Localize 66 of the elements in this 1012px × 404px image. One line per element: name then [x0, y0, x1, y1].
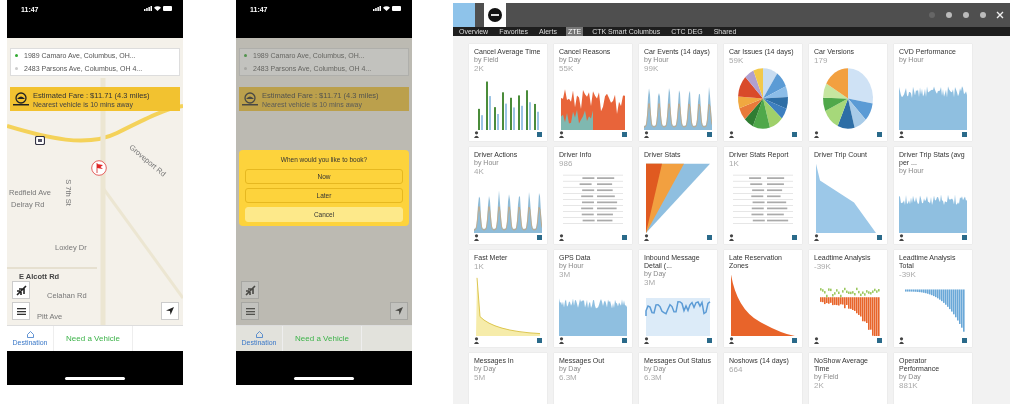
card-value: 3M	[644, 278, 657, 287]
menu-icon	[245, 307, 255, 315]
locate-button[interactable]	[161, 302, 179, 320]
origin-dot-icon	[244, 54, 247, 57]
grid-icon[interactable]	[979, 11, 987, 19]
person-icon	[644, 234, 649, 241]
settings-icon[interactable]	[945, 11, 953, 19]
card-value: 179	[814, 56, 829, 65]
origin-dot-icon	[15, 54, 18, 57]
person-icon	[899, 234, 904, 241]
card-value: 55K	[559, 64, 575, 73]
airplane-button[interactable]	[12, 281, 30, 299]
card-value: -39K	[899, 270, 917, 279]
person-icon	[729, 131, 734, 138]
person-icon	[899, 337, 904, 344]
card-value: 6.3M	[559, 373, 578, 382]
person-icon	[644, 337, 649, 344]
card-value: 1K	[729, 159, 740, 168]
menu-icon	[16, 307, 26, 315]
person-icon	[559, 131, 564, 138]
card-value: 1K	[474, 262, 485, 271]
signal-icon	[144, 6, 152, 11]
card-value: 2K	[814, 381, 825, 390]
person-icon	[474, 337, 479, 344]
card-value: 5M	[474, 373, 487, 382]
card-value: 2K	[474, 64, 485, 73]
menu-button[interactable]	[12, 302, 30, 320]
person-icon	[559, 234, 564, 241]
person-icon	[559, 337, 564, 344]
highway-shield-icon	[35, 136, 45, 145]
stacked-area-drawing	[644, 161, 712, 233]
person-icon	[899, 131, 904, 138]
card-value: 881K	[899, 381, 919, 390]
close-icon[interactable]	[996, 11, 1004, 19]
person-icon	[814, 337, 819, 344]
battery-icon	[163, 6, 173, 11]
wifi-icon	[154, 6, 161, 11]
card-value: 4K	[474, 167, 485, 176]
home-indicator	[65, 377, 125, 380]
help-icon[interactable]	[962, 11, 970, 19]
flag-marker-icon	[91, 160, 107, 176]
person-icon	[474, 234, 479, 241]
person-icon	[814, 234, 819, 241]
person-icon	[644, 131, 649, 138]
destination-dot-icon	[15, 67, 18, 70]
navigation-arrow-icon	[395, 307, 403, 315]
home-icon	[26, 331, 34, 338]
card-value: 6.3M	[644, 373, 663, 382]
signal-icon	[373, 6, 381, 11]
logo-icon	[453, 3, 475, 27]
person-icon	[814, 131, 819, 138]
wifi-icon	[383, 6, 390, 11]
round-logo-icon	[488, 8, 502, 22]
card-value: 986	[559, 159, 574, 168]
card-value: 664	[729, 365, 744, 374]
battery-icon	[392, 6, 402, 11]
navigation-arrow-icon	[166, 307, 174, 315]
home-indicator	[294, 377, 354, 380]
person-icon	[729, 337, 734, 344]
card-value: 3M	[559, 270, 572, 279]
card-value: -39K	[814, 262, 832, 271]
home-icon	[255, 331, 263, 338]
card-value: 99K	[644, 64, 660, 73]
person-icon	[729, 234, 734, 241]
person-icon	[474, 131, 479, 138]
card-value: 59K	[729, 56, 745, 65]
